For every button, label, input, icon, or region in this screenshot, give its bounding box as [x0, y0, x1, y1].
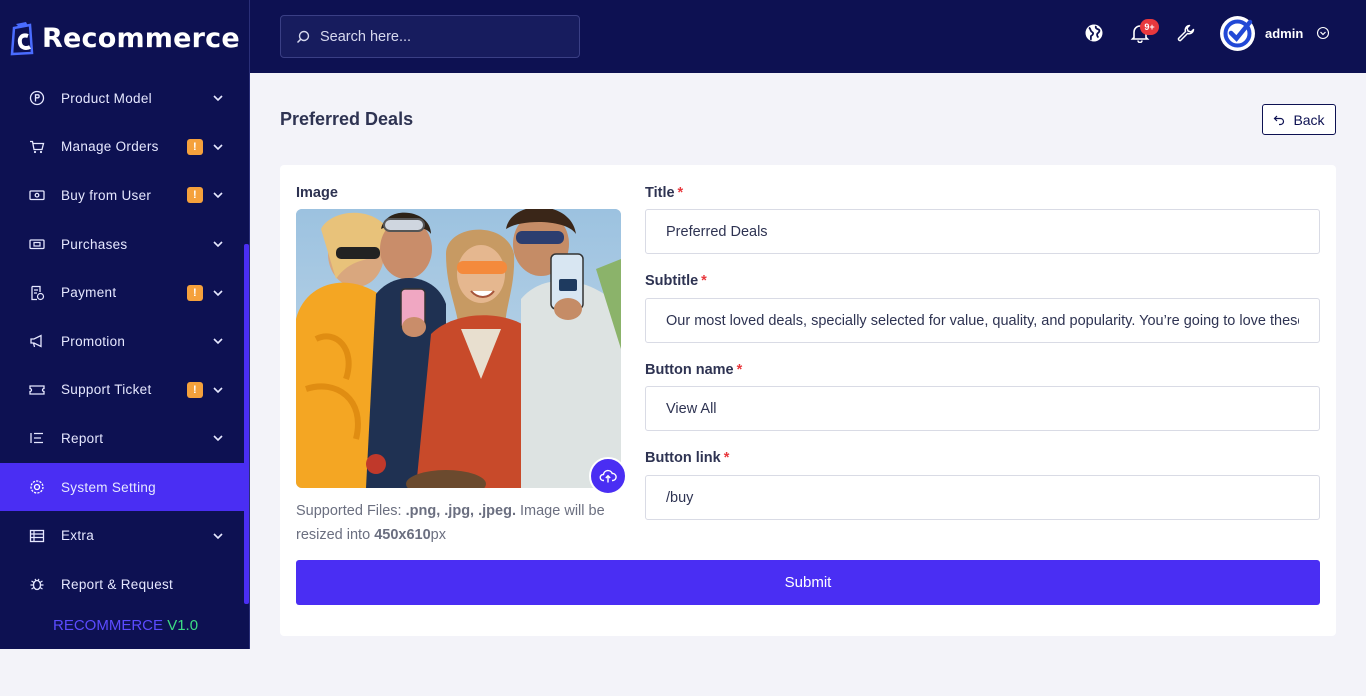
- friends-selfie-photo: [296, 209, 621, 488]
- sidebar-item-label: Support Ticket: [61, 382, 152, 398]
- note-image-size: 450x610: [374, 527, 431, 543]
- cart-icon: [30, 140, 45, 153]
- avatar[interactable]: [1220, 16, 1255, 51]
- sidebar-item-report[interactable]: Report: [0, 414, 244, 463]
- sidebar-item-label: Promotion: [61, 333, 126, 349]
- sidebar-item-purchases[interactable]: Purchases: [0, 220, 244, 269]
- sidebar-item-label: Report: [61, 430, 104, 446]
- sidebar-item-label: System Setting: [61, 479, 156, 495]
- search-box[interactable]: [280, 15, 580, 58]
- note-prefix: Supported Files:: [296, 503, 406, 519]
- grid-icon: [29, 529, 45, 542]
- sidebar-item-manage-orders[interactable]: Manage Orders !: [0, 123, 244, 172]
- chevron-down-icon: [213, 338, 223, 345]
- button-name-field[interactable]: [645, 386, 1320, 431]
- subtitle-label-text: Subtitle: [645, 273, 699, 289]
- submit-button[interactable]: Submit: [296, 560, 1320, 605]
- search-icon: [296, 30, 310, 43]
- notification-badge: 9+: [1140, 19, 1159, 35]
- version-number: V1.0: [167, 617, 199, 634]
- back-button[interactable]: Back: [1262, 104, 1336, 135]
- title-label-text: Title: [645, 185, 675, 201]
- app-version: RECOMMERCE V1.0: [53, 617, 198, 634]
- sidebar-item-promotion[interactable]: Promotion: [0, 317, 244, 366]
- sidebar-item-label: Purchases: [61, 236, 128, 252]
- logo-text: Recommerce: [42, 22, 240, 54]
- bug-icon: [30, 578, 44, 591]
- chevron-down-icon: [213, 95, 223, 102]
- ticket-icon: [29, 385, 45, 395]
- button-link-label-text: Button link: [645, 450, 721, 466]
- sidebar-item-support-ticket[interactable]: Support Ticket !: [0, 366, 244, 415]
- subtitle-field[interactable]: [645, 298, 1320, 343]
- page-title: Preferred Deals: [280, 109, 414, 129]
- upload-image-button[interactable]: [589, 457, 627, 495]
- undo-icon: [1274, 115, 1285, 125]
- banner-image: [296, 209, 621, 488]
- required-mark: *: [701, 273, 707, 289]
- chevron-down-icon: [213, 241, 223, 248]
- chevron-down-circle-icon[interactable]: [1316, 26, 1330, 40]
- chevron-down-icon: [213, 192, 223, 199]
- note-file-types: .png, .jpg, .jpeg.: [405, 503, 516, 519]
- alert-badge: !: [187, 284, 203, 301]
- search-input[interactable]: [320, 28, 570, 45]
- sidebar-item-label: Extra: [61, 528, 95, 544]
- sidebar-item-payment[interactable]: Payment !: [0, 268, 244, 317]
- cloud-upload-icon: [599, 469, 617, 483]
- sidebar-item-extra[interactable]: Extra: [0, 511, 244, 560]
- gear-icon: [30, 480, 44, 494]
- form-card: Image Supported Files: .png, .jpg, .jpeg…: [280, 165, 1336, 636]
- chevron-down-icon: [213, 435, 223, 442]
- back-label: Back: [1293, 111, 1325, 128]
- sidebar-item-product-model[interactable]: Product Model: [0, 74, 244, 123]
- receipt-icon: [31, 285, 45, 300]
- button-link-field[interactable]: [645, 475, 1320, 520]
- version-brand: RECOMMERCE: [53, 617, 164, 634]
- avatar-check-icon: [1223, 19, 1253, 48]
- chevron-down-icon: [213, 144, 223, 151]
- product-icon: [29, 91, 45, 106]
- required-mark: *: [736, 362, 743, 378]
- globe-icon[interactable]: [1084, 23, 1104, 43]
- sidebar: Recommerce Product Model Manage Orders !…: [0, 0, 249, 649]
- button-link-label: Button link *: [645, 450, 729, 466]
- chevron-down-icon: [213, 387, 223, 393]
- button-name-label-text: Button name: [645, 362, 734, 378]
- note-suffix: px: [430, 527, 446, 543]
- title-field[interactable]: [645, 209, 1320, 254]
- sidebar-item-system-setting[interactable]: System Setting: [0, 462, 244, 512]
- cash-icon: [29, 190, 45, 201]
- required-mark: *: [677, 185, 684, 201]
- megaphone-icon: [30, 334, 42, 348]
- purchase-icon: [29, 239, 45, 250]
- chevron-down-icon: [213, 290, 223, 296]
- sidebar-item-report-request[interactable]: Report & Request: [0, 560, 244, 609]
- sidebar-item-label: Payment: [61, 285, 117, 301]
- sidebar-item-label: Product Model: [61, 90, 152, 106]
- alert-badge: !: [187, 138, 203, 155]
- alert-badge: !: [187, 187, 203, 204]
- sidebar-item-buy-from-user[interactable]: Buy from User !: [0, 171, 244, 220]
- top-header: 9+ admin: [250, 0, 1366, 73]
- user-name[interactable]: admin: [1265, 26, 1303, 41]
- sidebar-item-label: Report & Request: [61, 576, 174, 592]
- sidebar-item-label: Manage Orders: [61, 139, 159, 155]
- sidebar-item-label: Buy from User: [61, 187, 152, 203]
- chevron-down-icon: [213, 533, 223, 539]
- supported-files-note: Supported Files: .png, .jpg, .jpeg. Imag…: [296, 499, 626, 547]
- app-logo[interactable]: Recommerce: [10, 18, 240, 58]
- alert-badge: !: [187, 381, 203, 398]
- logo-mark-icon: [10, 20, 38, 56]
- sidebar-divider: [249, 0, 250, 649]
- subtitle-label: Subtitle *: [645, 273, 707, 289]
- wrench-icon[interactable]: [1176, 23, 1196, 43]
- title-label: Title *: [645, 185, 683, 201]
- button-name-label: Button name *: [645, 362, 742, 378]
- sidebar-menu: Product Model Manage Orders ! Buy from U…: [0, 74, 244, 609]
- image-label: Image: [296, 185, 338, 201]
- required-mark: *: [723, 450, 730, 466]
- list-icon: [30, 433, 43, 444]
